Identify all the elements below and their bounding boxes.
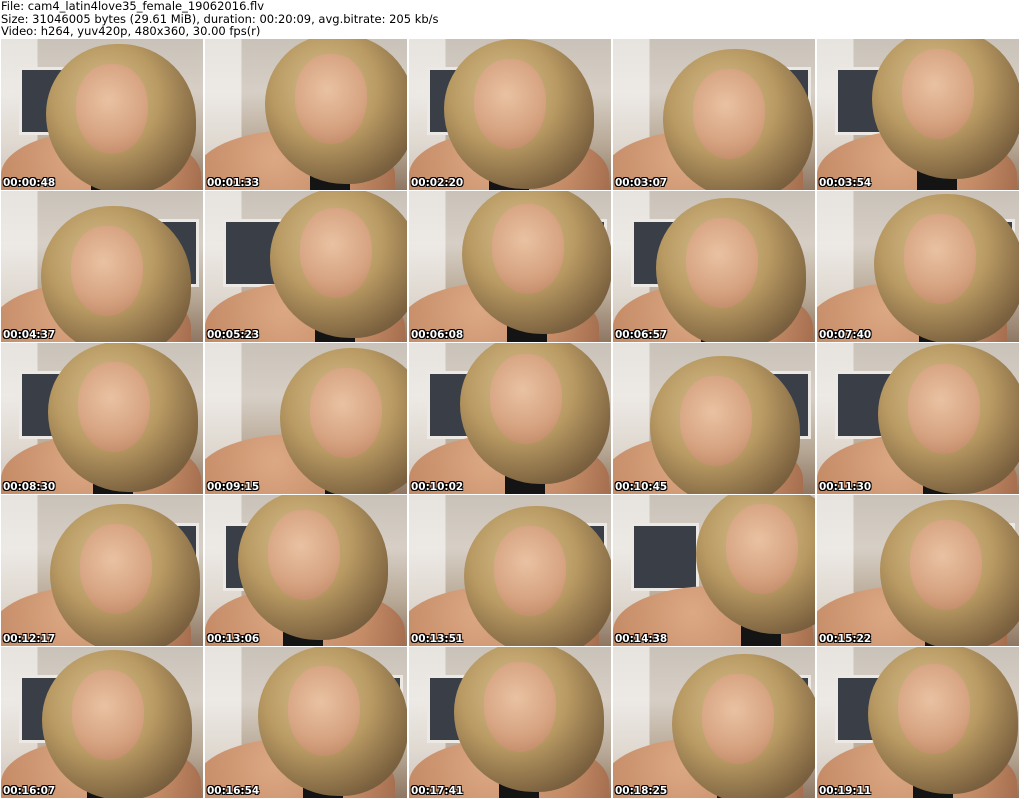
video-thumbnail: 00:09:15 [205,343,407,494]
video-thumbnail: 00:03:07 [613,39,815,190]
thumbnail-timestamp: 00:13:51 [411,633,464,645]
video-thumbnail: 00:18:25 [613,647,815,798]
thumbnail-timestamp: 00:02:20 [411,177,464,189]
face [908,364,980,454]
thumbnail-timestamp: 00:12:17 [3,633,56,645]
video-thumbnail: 00:17:41 [409,647,611,798]
face [686,218,758,308]
thumbnail-timestamp: 00:08:30 [3,481,56,493]
face [492,204,564,294]
thumbnail-timestamp: 00:01:33 [207,177,260,189]
face [268,510,340,600]
face [78,362,150,452]
face [680,376,752,466]
face [484,662,556,752]
thumbnail-timestamp: 00:18:25 [615,785,668,797]
thumbnail-timestamp: 00:17:41 [411,785,464,797]
thumbnail-timestamp: 00:10:02 [411,481,464,493]
face [76,64,148,154]
video-thumbnail: 00:02:20 [409,39,611,190]
face [295,54,367,144]
face [310,368,382,458]
file-info-header: File: cam4_latin4love35_female_19062016.… [0,0,1024,38]
video-thumbnail: 00:12:17 [1,495,203,646]
thumbnail-timestamp: 00:11:30 [819,481,872,493]
video-thumbnail: 00:01:33 [205,39,407,190]
face [474,59,546,149]
thumbnail-timestamp: 00:03:07 [615,177,668,189]
thumbnail-timestamp: 00:04:37 [3,329,56,341]
video-thumbnail: 00:07:40 [817,191,1019,342]
face [72,670,144,760]
thumbnail-grid: 00:00:48 00:01:33 00:02:20 00:03:07 00:03:54… [0,39,1024,799]
video-thumbnail: 00:06:08 [409,191,611,342]
face [904,214,976,304]
thumbnail-timestamp: 00:19:11 [819,785,872,797]
thumbnail-timestamp: 00:09:15 [207,481,260,493]
video-thumbnail: 00:16:07 [1,647,203,798]
face [80,524,152,614]
video-thumbnail: 00:15:22 [817,495,1019,646]
video-thumbnail: 00:05:23 [205,191,407,342]
video-thumbnail: 00:11:30 [817,343,1019,494]
face [494,526,566,616]
video-thumbnail: 00:19:11 [817,647,1019,798]
face [898,664,970,754]
video-thumbnail: 00:03:54 [817,39,1019,190]
thumbnail-timestamp: 00:15:22 [819,633,872,645]
face [300,208,372,298]
thumbnail-timestamp: 00:07:40 [819,329,872,341]
video-thumbnail: 00:08:30 [1,343,203,494]
face [726,504,798,594]
face [702,674,774,764]
video-thumbnail: 00:14:38 [613,495,815,646]
face [693,69,765,159]
thumbnail-timestamp: 00:14:38 [615,633,668,645]
thumbnail-timestamp: 00:16:54 [207,785,260,797]
video-thumbnail: 00:06:57 [613,191,815,342]
face [902,49,974,139]
thumbnail-timestamp: 00:05:23 [207,329,260,341]
thumbnail-timestamp: 00:06:57 [615,329,668,341]
face [910,520,982,610]
thumbnail-timestamp: 00:10:45 [615,481,668,493]
thumbnail-timestamp: 00:16:07 [3,785,56,797]
video-info-line: Video: h264, yuv420p, 480x360, 30.00 fps… [1,24,261,38]
face [71,226,143,316]
background-window [631,523,699,591]
face [490,354,562,444]
thumbnail-timestamp: 00:13:06 [207,633,260,645]
thumbnail-timestamp: 00:00:48 [3,177,56,189]
video-thumbnail: 00:10:02 [409,343,611,494]
video-thumbnail: 00:16:54 [205,647,407,798]
video-thumbnail: 00:10:45 [613,343,815,494]
thumbnail-timestamp: 00:03:54 [819,177,872,189]
face [288,666,360,756]
video-thumbnail: 00:04:37 [1,191,203,342]
file-name-line: File: cam4_latin4love35_female_19062016.… [1,0,265,13]
video-thumbnail: 00:13:06 [205,495,407,646]
video-thumbnail: 00:13:51 [409,495,611,646]
thumbnail-timestamp: 00:06:08 [411,329,464,341]
video-thumbnail: 00:00:48 [1,39,203,190]
